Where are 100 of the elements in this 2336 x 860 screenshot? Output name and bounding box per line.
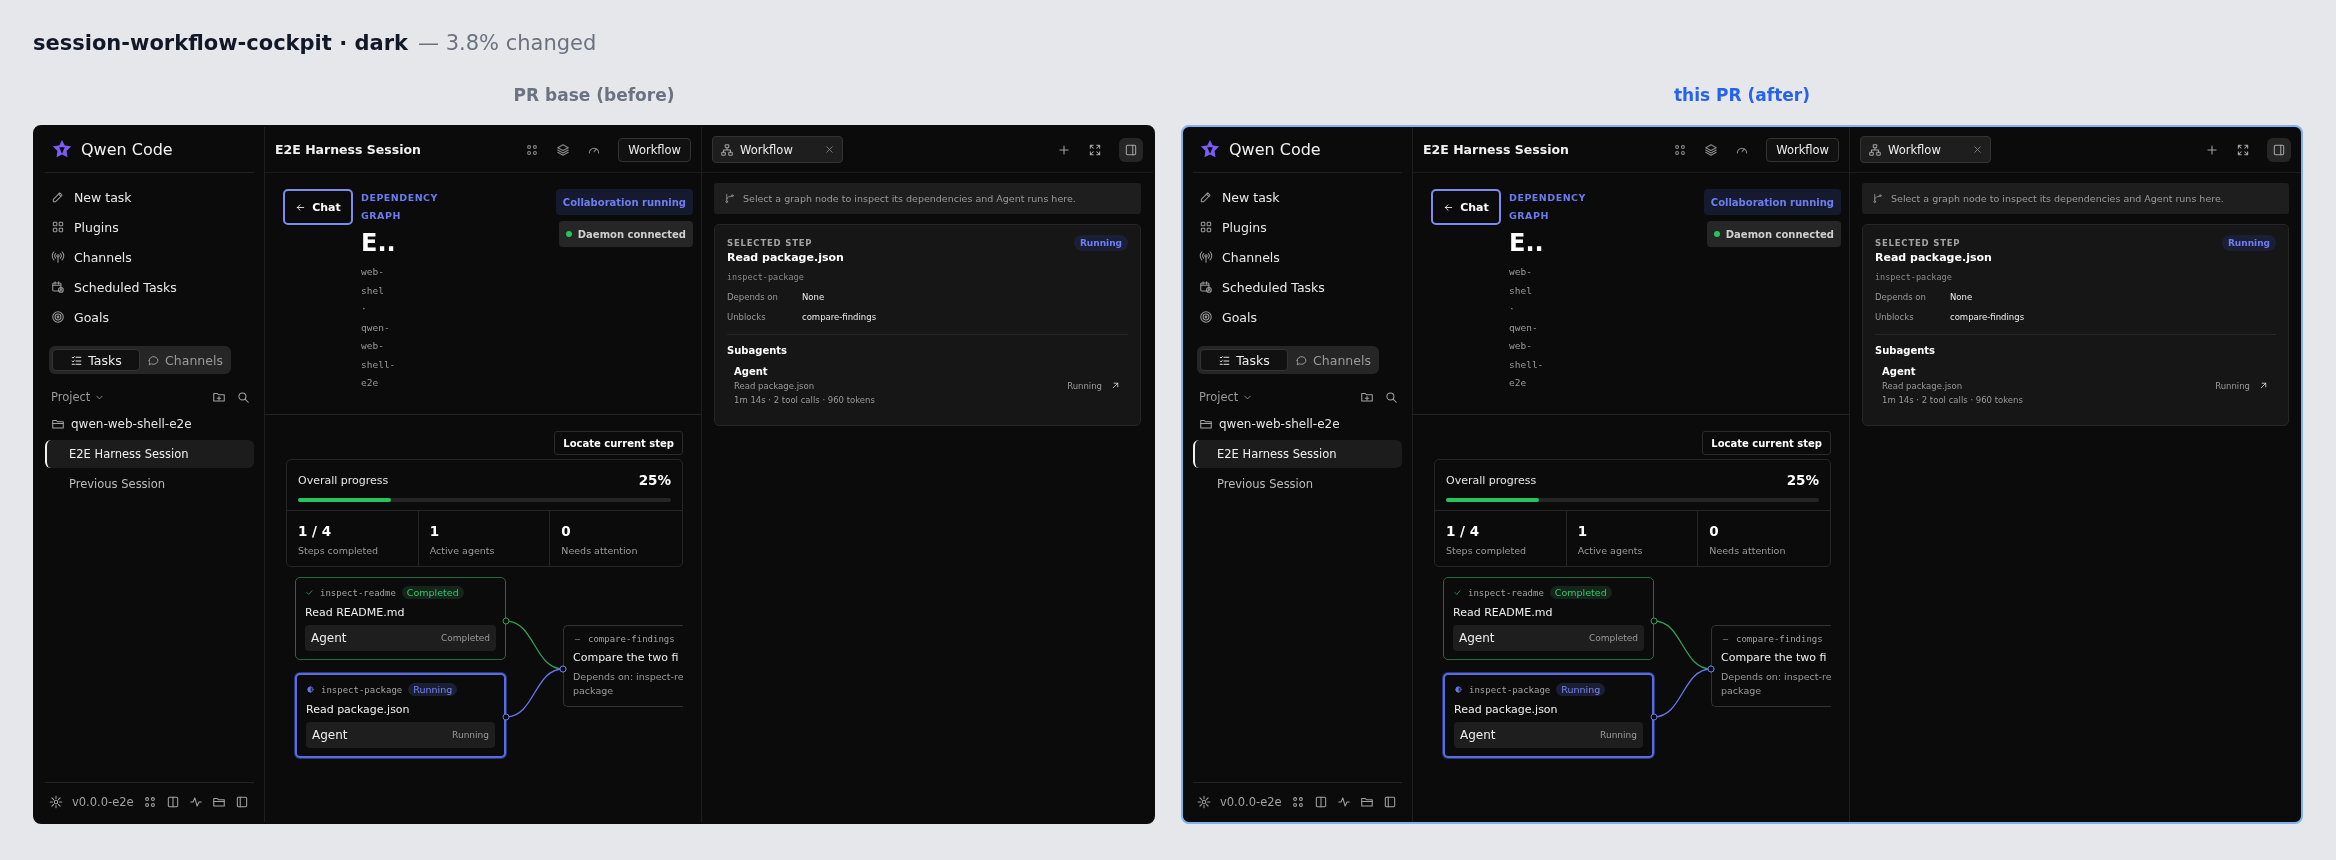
arrow-left-icon xyxy=(1443,201,1455,213)
close-icon[interactable] xyxy=(824,144,835,155)
graph-node[interactable]: inspect-readme Completed Read README.md Agent Completed xyxy=(1443,577,1654,660)
grid-icon[interactable] xyxy=(1290,794,1305,809)
subtitle-line: shel xyxy=(1509,283,1533,298)
status-badge: Collaboration running xyxy=(1703,189,1841,215)
grid-icon[interactable] xyxy=(1673,142,1688,157)
folder-item[interactable]: qwen-web-shell-e2e xyxy=(45,410,254,438)
step-title: Read package.json xyxy=(1454,703,1559,716)
stat-value: 0 xyxy=(1709,523,1720,539)
chat-back-button[interactable]: Chat xyxy=(1431,189,1501,225)
stat-label: Active agents xyxy=(1577,545,1644,556)
new-folder-icon[interactable] xyxy=(212,390,226,404)
stat-label: Steps completed xyxy=(1446,545,1527,556)
agent-status: Running xyxy=(452,730,489,740)
stat-value: 1 / 4 xyxy=(298,523,333,539)
tab[interactable]: Tasks xyxy=(52,349,140,371)
search-icon[interactable] xyxy=(236,390,250,404)
agent-status: Completed xyxy=(440,633,490,643)
step-title: Read package.json xyxy=(306,703,411,716)
graph-node[interactable]: inspect-readme Completed Read README.md Agent Completed xyxy=(295,577,506,660)
subagent-item[interactable]: Agent Read package.json 1m 14s · 2 tool calls · 960 tokens Running xyxy=(727,356,1128,405)
status-badge: Running xyxy=(408,683,458,696)
arrow-left-icon xyxy=(295,201,307,213)
nav-item[interactable]: New task xyxy=(1193,182,1402,212)
new-folder-icon[interactable] xyxy=(1360,390,1374,404)
sidebar-toggle-icon[interactable] xyxy=(234,794,249,809)
graph-heading: E.. xyxy=(361,229,397,257)
plus-icon[interactable] xyxy=(1057,142,1071,157)
workflow-button[interactable]: Workflow xyxy=(618,137,691,162)
nav-item[interactable]: Goals xyxy=(45,302,254,332)
graph-node[interactable]: compare-findings Compare the two fi Depends on: inspect-re package xyxy=(1711,625,1831,707)
plus-icon[interactable] xyxy=(2205,142,2219,157)
session-item[interactable]: Previous Session xyxy=(45,470,254,498)
session-title: E2E Harness Session xyxy=(1423,142,1569,157)
status-badge: Collaboration running xyxy=(555,189,693,215)
session-title: E2E Harness Session xyxy=(275,142,421,157)
search-icon[interactable] xyxy=(1384,390,1398,404)
graph-heading: E.. xyxy=(1509,229,1545,257)
subtitle-line: qwen- xyxy=(1509,320,1539,335)
panel-toggle-button[interactable] xyxy=(1119,137,1143,162)
locate-button[interactable]: Locate current step xyxy=(1702,431,1831,455)
arrow-up-right-icon[interactable] xyxy=(1110,380,1121,391)
tab[interactable]: Channels xyxy=(142,349,228,371)
workflow-tab[interactable]: Workflow xyxy=(712,136,843,163)
nav-item[interactable]: New task xyxy=(45,182,254,212)
locate-button[interactable]: Locate current step xyxy=(554,431,683,455)
nav-item[interactable]: Plugins xyxy=(1193,212,1402,242)
step-id: inspect-package xyxy=(1875,272,1953,282)
subtitle-line: qwen- xyxy=(361,320,391,335)
grid-icon[interactable] xyxy=(142,794,157,809)
chat-bubble-icon xyxy=(1295,353,1309,367)
subagent-status: Running xyxy=(1067,380,1102,391)
tab[interactable]: Channels xyxy=(1290,349,1376,371)
workflow-tab[interactable]: Workflow xyxy=(1860,136,1991,163)
expand-icon[interactable] xyxy=(1088,142,1102,157)
blocks-icon xyxy=(1199,220,1213,234)
layers-icon[interactable] xyxy=(1704,142,1719,157)
tab[interactable]: Tasks xyxy=(1200,349,1288,371)
subagent-meta: 1m 14s · 2 tool calls · 960 tokens xyxy=(1882,395,2023,405)
pulse-icon[interactable] xyxy=(188,794,203,809)
nav-item[interactable]: Channels xyxy=(1193,242,1402,272)
close-icon[interactable] xyxy=(1972,144,1983,155)
agent-name: Agent xyxy=(1459,631,1495,645)
page-subtitle: — 3.8% changed xyxy=(418,31,597,55)
graph-node[interactable]: inspect-package Running Read package.json Agent Running xyxy=(1443,673,1654,758)
project-dropdown[interactable]: Project xyxy=(51,390,106,404)
version-label: v0.0.0-e2e xyxy=(72,794,134,809)
session-item[interactable]: E2E Harness Session xyxy=(1193,440,1402,468)
session-item[interactable]: E2E Harness Session xyxy=(45,440,254,468)
stat-value: 1 xyxy=(429,523,441,539)
app-name: Qwen Code xyxy=(81,140,173,159)
columns-icon[interactable] xyxy=(1313,794,1328,809)
card-eyebrow: SELECTED STEP xyxy=(727,238,813,248)
chat-back-button[interactable]: Chat xyxy=(283,189,353,225)
grid-icon[interactable] xyxy=(525,142,540,157)
expand-icon[interactable] xyxy=(2236,142,2250,157)
workflow-button[interactable]: Workflow xyxy=(1766,137,1839,162)
folder-item[interactable]: qwen-web-shell-e2e xyxy=(1193,410,1402,438)
step-title: Read README.md xyxy=(305,606,406,619)
nav-item[interactable]: Goals xyxy=(1193,302,1402,332)
panel-toggle-button[interactable] xyxy=(2267,137,2291,162)
step-id: inspect-readme xyxy=(320,587,396,598)
layers-icon[interactable] xyxy=(556,142,571,157)
graph-node[interactable]: compare-findings Compare the two fi Depends on: inspect-re package xyxy=(563,625,683,707)
section-heading: Subagents xyxy=(1875,345,1937,356)
sidebar-icon xyxy=(2272,142,2286,157)
subagent-item[interactable]: Agent Read package.json 1m 14s · 2 tool calls · 960 tokens Running xyxy=(1875,356,2276,405)
arrow-up-right-icon[interactable] xyxy=(2258,380,2269,391)
nav-item[interactable]: Channels xyxy=(45,242,254,272)
blocks-icon xyxy=(51,220,65,234)
graph-node[interactable]: inspect-package Running Read package.json Agent Running xyxy=(295,673,506,758)
nav-item[interactable]: Scheduled Tasks xyxy=(45,272,254,302)
sidebar-toggle-icon[interactable] xyxy=(1382,794,1397,809)
nav-item[interactable]: Plugins xyxy=(45,212,254,242)
nav-item[interactable]: Scheduled Tasks xyxy=(1193,272,1402,302)
columns-icon[interactable] xyxy=(165,794,180,809)
session-item[interactable]: Previous Session xyxy=(1193,470,1402,498)
project-dropdown[interactable]: Project xyxy=(1199,390,1254,404)
pulse-icon[interactable] xyxy=(1336,794,1351,809)
